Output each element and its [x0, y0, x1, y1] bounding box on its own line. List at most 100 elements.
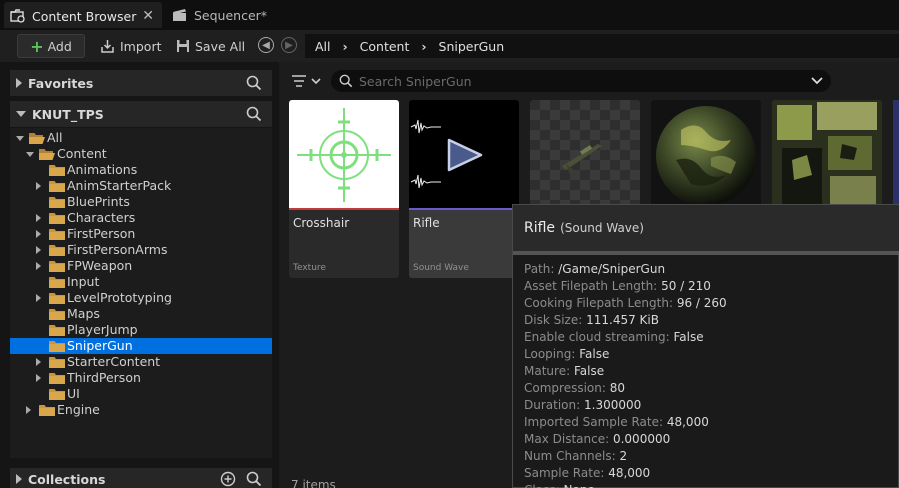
tree-item-startercontent[interactable]: StarterContent: [10, 354, 272, 370]
chevron-right-icon[interactable]: [36, 358, 41, 366]
property-key: Max Distance:: [524, 432, 610, 446]
tree-item-characters[interactable]: Characters: [10, 210, 272, 226]
asset-tile-rifle[interactable]: Rifle Sound Wave: [409, 100, 519, 278]
breadcrumb-all[interactable]: All: [315, 39, 331, 54]
tree-item-fpweapon[interactable]: FPWeapon: [10, 258, 272, 274]
tab-bar: Content Browser ✕ Sequencer*: [0, 0, 899, 30]
chevron-right-icon: [16, 474, 22, 484]
chevron-right-icon[interactable]: [36, 214, 41, 222]
property-key: Class:: [524, 483, 560, 488]
tree-item-maps[interactable]: Maps: [10, 306, 272, 322]
search-icon[interactable]: [246, 106, 262, 122]
tree-item-input[interactable]: Input: [10, 274, 272, 290]
chevron-right-icon[interactable]: [36, 294, 41, 302]
property-key: Asset Filepath Length:: [524, 279, 658, 293]
property-key: Sample Rate:: [524, 466, 605, 480]
tree-item-ui[interactable]: UI: [10, 386, 272, 402]
save-icon: [177, 40, 189, 52]
breadcrumb-snipergun[interactable]: SniperGun: [439, 39, 505, 54]
chevron-right-icon[interactable]: ›: [421, 39, 426, 54]
chevron-right-icon[interactable]: [36, 230, 41, 238]
back-icon[interactable]: ◀: [258, 37, 274, 53]
chevron-right-icon[interactable]: [36, 182, 41, 190]
project-label: KNUT_TPS: [32, 106, 104, 122]
tree-item-label: Maps: [67, 306, 100, 321]
material-thumbnail: [651, 100, 761, 210]
tree-item-label: BluePrints: [67, 194, 130, 209]
folder-icon: [49, 308, 65, 320]
asset-type-bar: [409, 208, 519, 210]
save-all-button[interactable]: Save All: [176, 34, 245, 58]
breadcrumb-content[interactable]: Content: [360, 39, 410, 54]
add-collection-icon[interactable]: [220, 471, 236, 487]
folder-icon: [49, 324, 65, 336]
tree-item-firstperson[interactable]: FirstPerson: [10, 226, 272, 242]
folder-icon: [49, 196, 65, 208]
chevron-down-icon[interactable]: [811, 76, 823, 86]
property-value: 48,000: [608, 466, 651, 480]
tooltip-property-row: Looping: False: [524, 347, 609, 361]
asset-type: Texture: [293, 263, 326, 273]
search-input[interactable]: Search SniperGun: [331, 70, 831, 92]
search-placeholder: Search SniperGun: [359, 73, 472, 89]
tooltip-property-row: Max Distance: 0.000000: [524, 432, 670, 446]
tree-item-label: Animations: [67, 162, 138, 177]
search-icon[interactable]: [246, 75, 262, 91]
tooltip-property-row: Asset Filepath Length: 50 / 210: [524, 279, 711, 293]
chevron-down-icon[interactable]: [26, 152, 34, 157]
tree-item-label: FirstPerson: [67, 226, 136, 241]
search-icon[interactable]: [246, 471, 262, 487]
folder-icon: [49, 260, 65, 272]
folder-icon: [49, 356, 65, 368]
tree-item-snipergun[interactable]: SniperGun: [10, 338, 272, 354]
tree-item-engine[interactable]: Engine: [10, 402, 272, 418]
project-header[interactable]: KNUT_TPS: [10, 101, 272, 127]
favorites-header[interactable]: Favorites: [10, 70, 272, 96]
tab-content-browser[interactable]: Content Browser ✕: [4, 2, 162, 28]
tree-item-levelprototyping[interactable]: LevelPrototyping: [10, 290, 272, 306]
tree-item-playerjump[interactable]: PlayerJump: [10, 322, 272, 338]
import-button[interactable]: Import: [100, 34, 162, 58]
asset-name: Rifle: [413, 216, 440, 230]
plus-icon: +: [30, 36, 44, 56]
tree-item-all[interactable]: All: [10, 130, 272, 146]
chevron-right-icon[interactable]: [26, 406, 31, 414]
asset-tile-crosshair[interactable]: Crosshair Texture: [289, 100, 399, 278]
tree-item-thirdperson[interactable]: ThirdPerson: [10, 370, 272, 386]
folder-icon: [49, 340, 65, 352]
camo-texture-thumbnail: [772, 100, 882, 210]
tab-sequencer[interactable]: Sequencer*: [166, 2, 286, 28]
save-all-label: Save All: [195, 38, 246, 54]
tab-label: Content Browser: [32, 8, 137, 24]
toolbar: + Add Import Save All ◀ ▶ All › Content …: [0, 30, 899, 62]
chevron-down-icon[interactable]: [16, 136, 24, 141]
filter-button[interactable]: [288, 70, 324, 95]
chevron-right-icon[interactable]: [36, 374, 41, 382]
tree-item-animstarterpack[interactable]: AnimStarterPack: [10, 178, 272, 194]
tree-item-content[interactable]: Content: [10, 146, 272, 162]
add-label: Add: [47, 38, 72, 54]
tree-item-animations[interactable]: Animations: [10, 162, 272, 178]
property-value: 2: [619, 449, 628, 463]
folder-icon: [49, 180, 65, 192]
tooltip-property-row: Num Channels: 2: [524, 449, 627, 463]
property-key: Duration:: [524, 398, 581, 412]
property-value: /Game/SniperGun: [558, 262, 666, 276]
asset-name: Crosshair: [293, 216, 350, 230]
tree-item-label: Characters: [67, 210, 136, 225]
folder-icon: [49, 372, 65, 384]
chevron-right-icon[interactable]: ›: [343, 39, 348, 54]
tree-item-blueprints[interactable]: BluePrints: [10, 194, 272, 210]
collections-header[interactable]: Collections: [10, 468, 272, 488]
close-icon[interactable]: ✕: [142, 8, 154, 24]
tree-item-label: StarterContent: [67, 354, 161, 369]
add-button[interactable]: + Add: [17, 34, 85, 58]
tree-item-firstpersonarms[interactable]: FirstPersonArms: [10, 242, 272, 258]
chevron-right-icon[interactable]: [36, 262, 41, 270]
collections-label: Collections: [28, 471, 106, 487]
folder-icon: [49, 212, 65, 224]
chevron-right-icon[interactable]: [36, 246, 41, 254]
forward-icon[interactable]: ▶: [281, 37, 297, 53]
property-key: Enable cloud streaming:: [524, 330, 670, 344]
tooltip-property-row: Mature: False: [524, 364, 604, 378]
